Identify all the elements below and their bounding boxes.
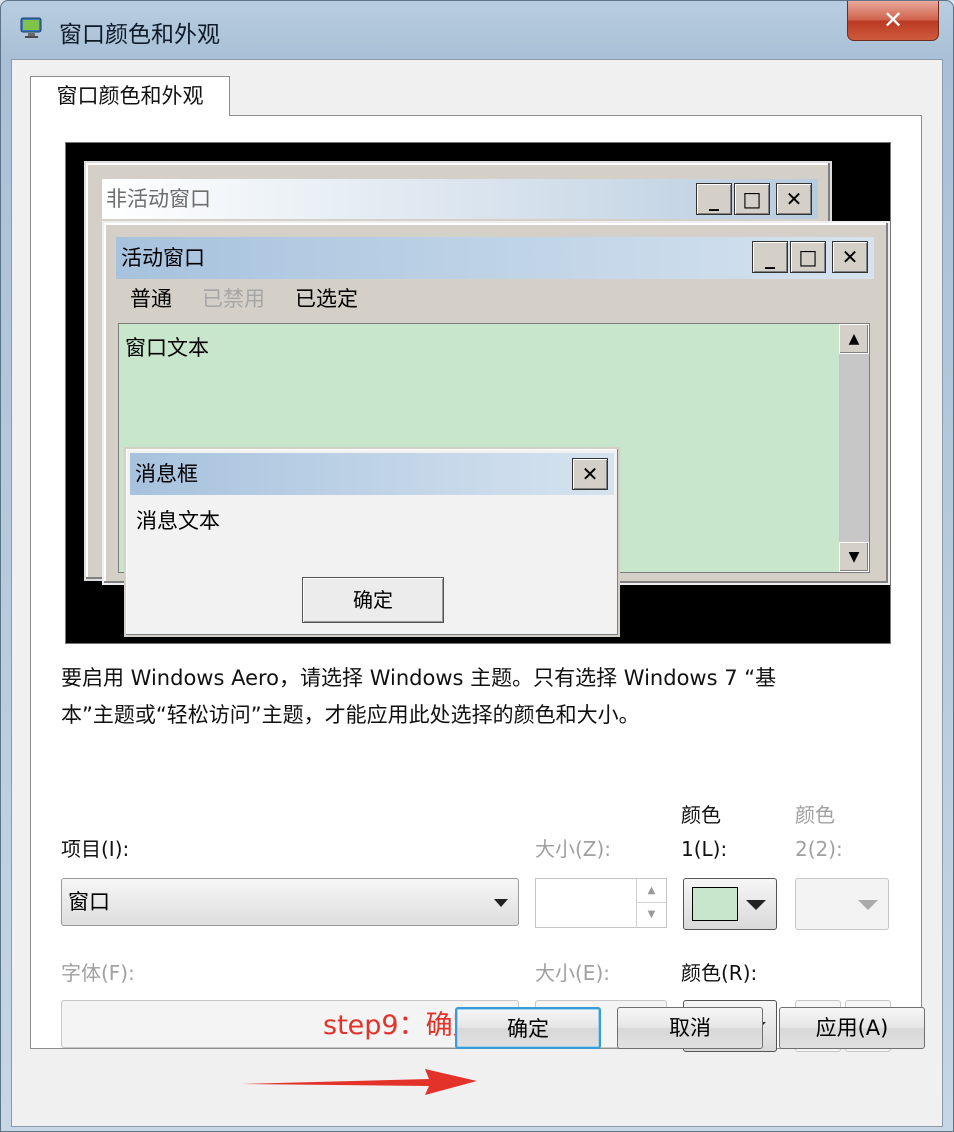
message-box-title-text: 消息框: [135, 462, 198, 486]
display-settings-icon: [20, 17, 42, 38]
chevron-down-icon: [746, 900, 766, 910]
ok-button[interactable]: 确定: [455, 1007, 601, 1049]
active-caption-buttons: _ □ ✕: [752, 241, 868, 273]
menu-item-selected[interactable]: 已选定: [295, 283, 358, 315]
color1-label-top: 颜色: [681, 803, 721, 827]
color1-swatch: [692, 887, 738, 921]
inactive-window-title[interactable]: 非活动窗口 _ □ ✕: [102, 179, 818, 219]
scroll-down-icon: ▼: [839, 542, 869, 572]
color2-picker[interactable]: [795, 878, 889, 930]
cancel-button[interactable]: 取消: [617, 1007, 763, 1049]
message-box-ok-button[interactable]: 确定: [302, 577, 444, 623]
window-text-label: 窗口文本: [125, 336, 209, 360]
window-close-button[interactable]: ✕: [847, 1, 939, 41]
tab-window-color[interactable]: 窗口颜色和外观: [30, 76, 230, 116]
aero-info-line-2: 本”主题或“轻松访问”主题，才能应用此处选择的颜色和大小。: [61, 703, 640, 727]
chevron-down-icon: [858, 900, 878, 910]
message-box-preview[interactable]: 消息框 ✕ 消息文本 确定: [124, 447, 620, 637]
font-label: 字体(F):: [61, 961, 135, 985]
close-icon: ✕: [832, 241, 868, 273]
spin-down-icon[interactable]: ▼: [637, 903, 666, 927]
spin-up-icon[interactable]: ▲: [637, 879, 666, 903]
close-icon: ✕: [776, 183, 812, 215]
maximize-icon: □: [790, 241, 826, 273]
active-window-title[interactable]: 活动窗口 _ □ ✕: [116, 237, 874, 279]
active-window-title-text: 活动窗口: [121, 246, 205, 270]
item-label: 项目(I):: [61, 837, 130, 861]
close-icon: ✕: [572, 458, 608, 490]
aero-info-text: 要启用 Windows Aero，请选择 Windows 主题。只有选择 Win…: [61, 660, 901, 734]
apply-button[interactable]: 应用(A): [779, 1007, 925, 1049]
aero-info-line-1: 要启用 Windows Aero，请选择 Windows 主题。只有选择 Win…: [61, 666, 777, 690]
title-bar: 窗口颜色和外观 ✕: [1, 1, 953, 59]
size-label: 大小(Z):: [535, 837, 612, 861]
inactive-window-title-text: 非活动窗口: [106, 187, 211, 211]
color2-label-top: 颜色: [795, 803, 835, 827]
item-select[interactable]: 窗口: [61, 878, 519, 926]
window-title: 窗口颜色和外观: [59, 22, 220, 48]
color1-picker[interactable]: [683, 878, 777, 930]
red-arrow-icon: [241, 1069, 477, 1095]
inactive-caption-buttons: _ □ ✕: [696, 183, 812, 215]
preview-scrollbar[interactable]: ▲ ▼: [839, 324, 869, 572]
font-size-label: 大小(E):: [535, 961, 610, 985]
chevron-down-icon: [494, 899, 508, 907]
font-color-label: 颜色(R):: [681, 961, 758, 985]
item-select-value: 窗口: [68, 890, 110, 914]
dialog-window: 窗口颜色和外观 ✕ 窗口颜色和外观 非活动窗口 _ □ ✕ 活动窗口 _ □ ✕…: [0, 0, 954, 1132]
menu-item-disabled[interactable]: 已禁用: [202, 283, 265, 315]
appearance-preview[interactable]: 非活动窗口 _ □ ✕ 活动窗口 _ □ ✕ 普通 已禁用 已选定 窗口文本 ▲…: [65, 142, 891, 644]
color2-label-bottom: 2(2):: [795, 837, 843, 861]
message-box-title[interactable]: 消息框 ✕: [130, 453, 614, 495]
client-area: 窗口颜色和外观 非活动窗口 _ □ ✕ 活动窗口 _ □ ✕ 普通 已禁用 已选…: [11, 59, 943, 1127]
maximize-icon: □: [734, 183, 770, 215]
size-spinner[interactable]: ▲ ▼: [535, 878, 667, 928]
spinner-buttons: ▲ ▼: [636, 879, 666, 927]
message-text-label: 消息文本: [136, 509, 220, 533]
color1-label-bottom: 1(L):: [681, 837, 728, 861]
menu-item-normal[interactable]: 普通: [130, 283, 172, 315]
minimize-icon: _: [752, 241, 788, 273]
tab-page: 非活动窗口 _ □ ✕ 活动窗口 _ □ ✕ 普通 已禁用 已选定 窗口文本 ▲…: [30, 115, 922, 1052]
preview-menubar: 普通 已禁用 已选定: [130, 283, 358, 315]
scroll-up-icon: ▲: [839, 324, 869, 354]
minimize-icon: _: [696, 183, 732, 215]
